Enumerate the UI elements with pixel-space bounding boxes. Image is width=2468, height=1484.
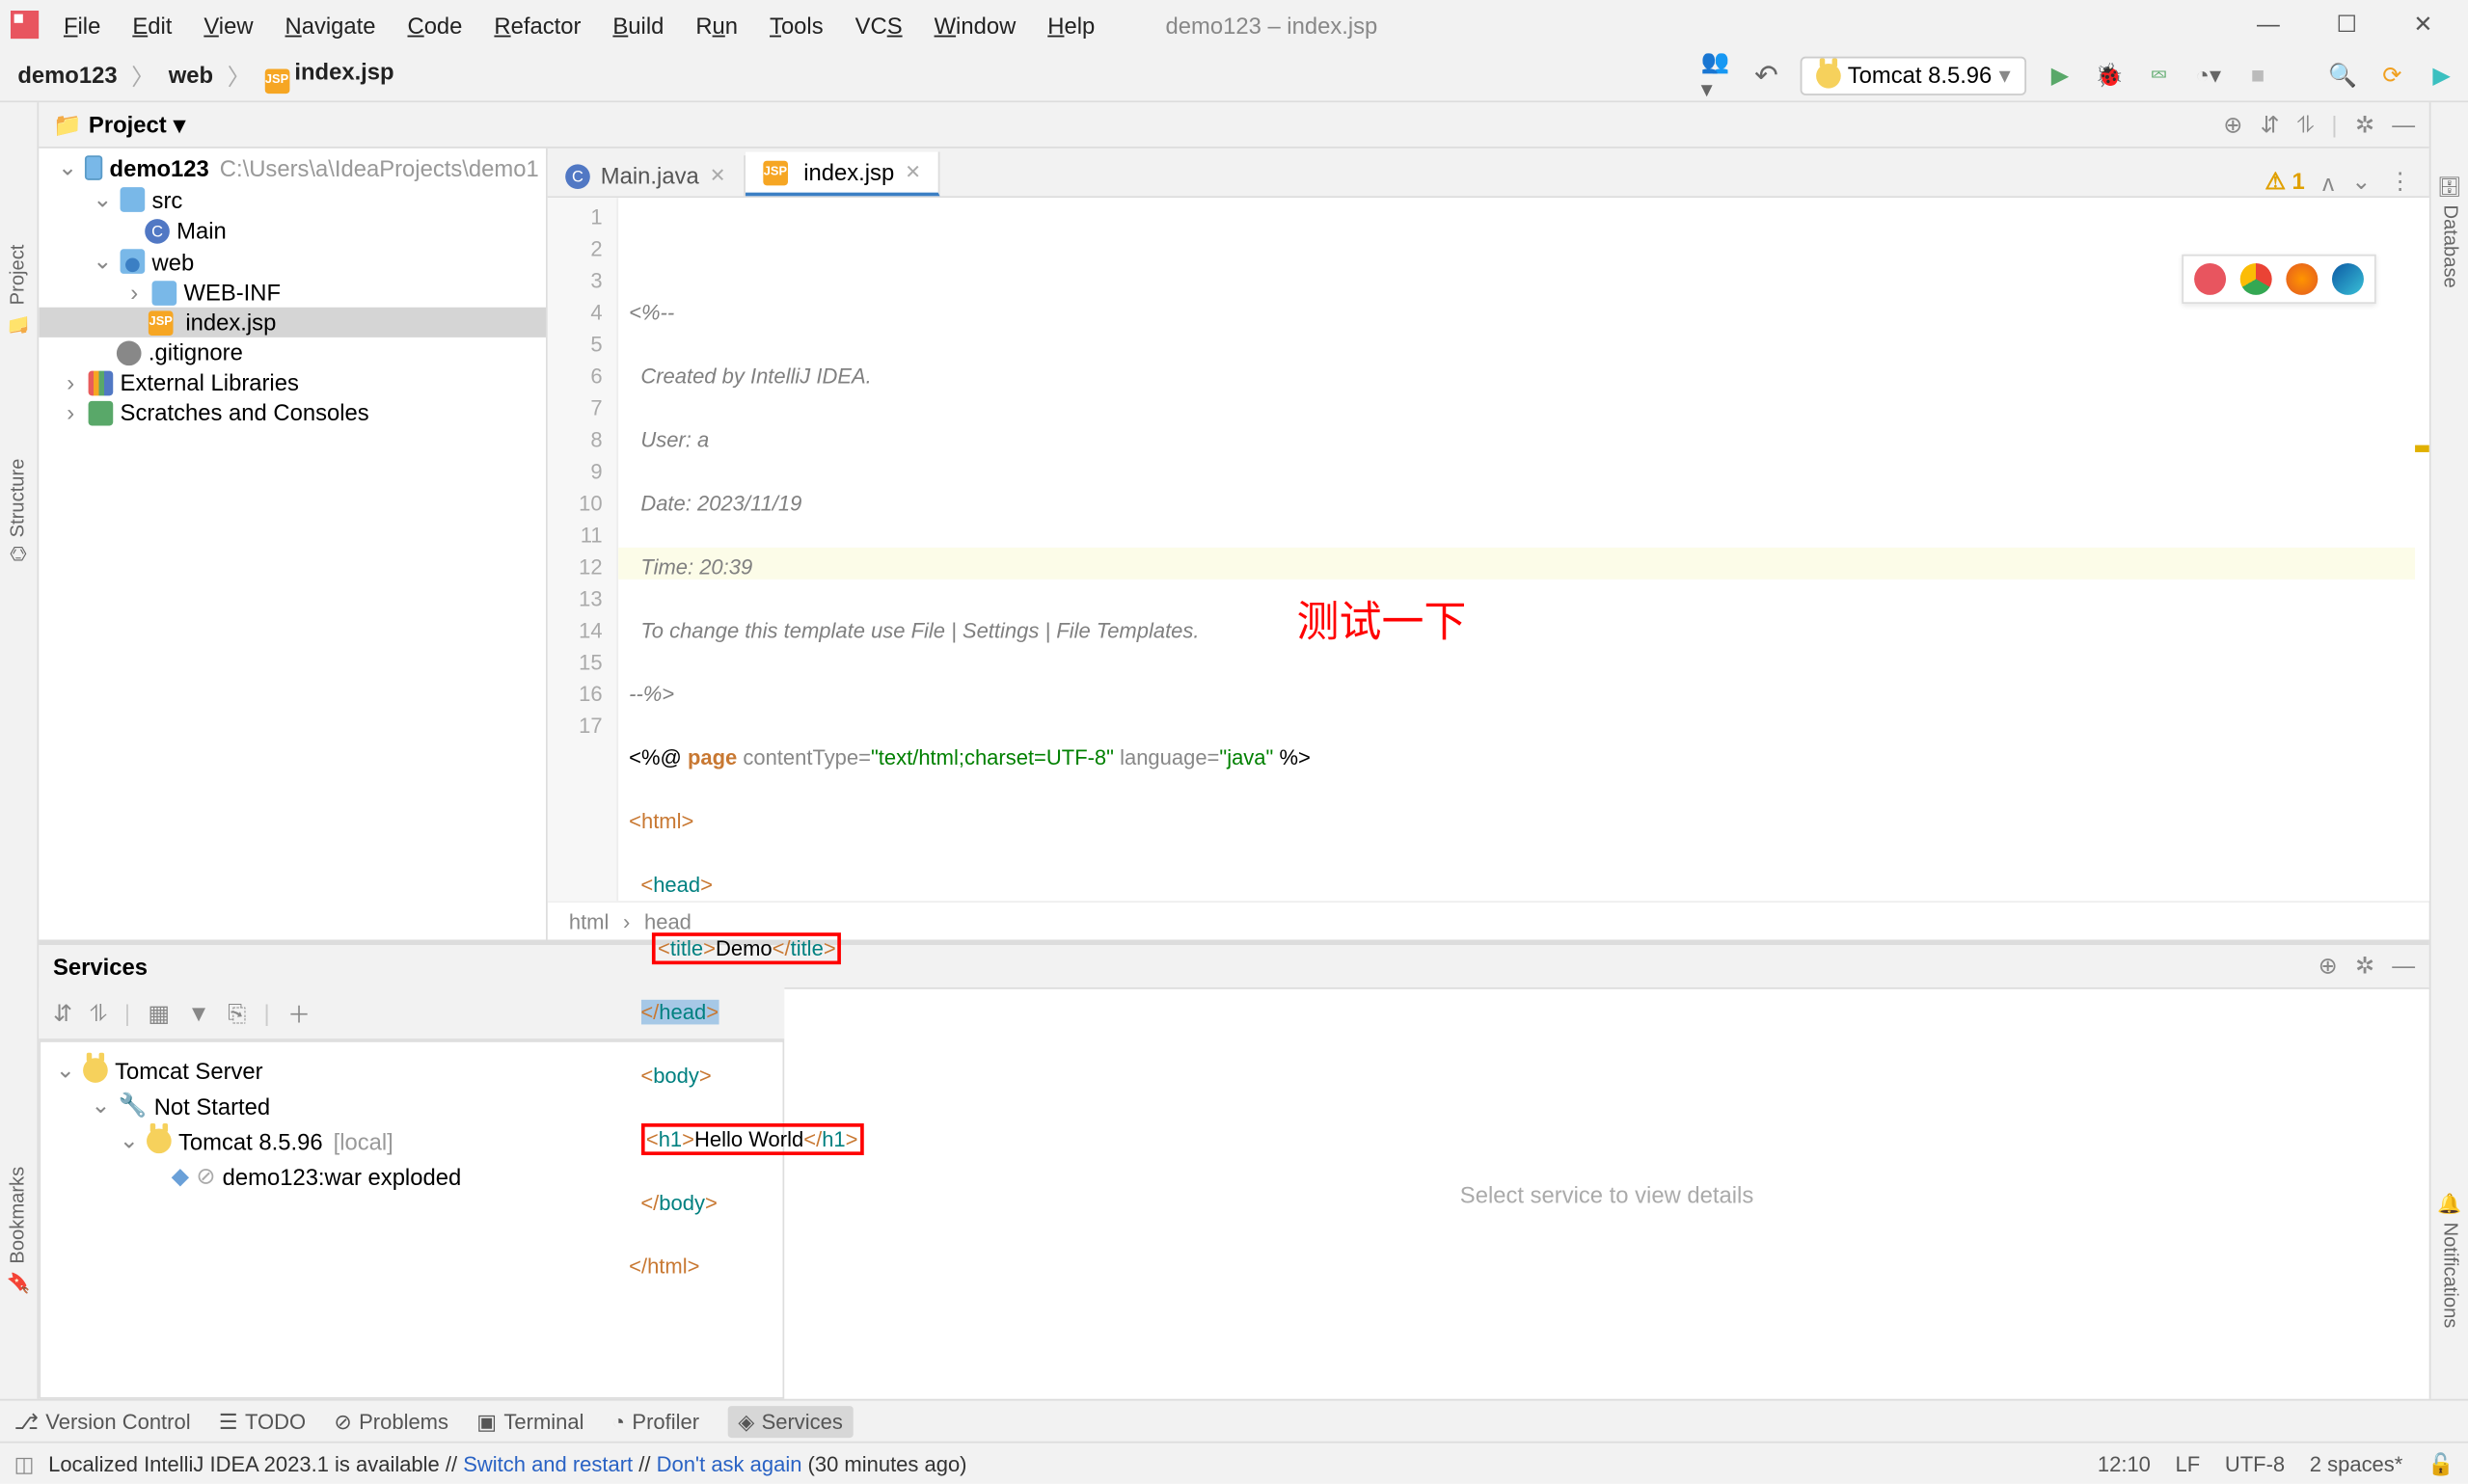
tool-database[interactable]: 🗄Database	[2438, 174, 2461, 288]
user-icon[interactable]: 👥▾	[1701, 59, 1733, 91]
close-tab-icon[interactable]: ✕	[905, 161, 921, 184]
status-tool-icon[interactable]: ◫	[14, 1451, 35, 1476]
tree-ext-libraries[interactable]: › External Libraries	[39, 367, 546, 397]
menu-tools[interactable]: Tools	[755, 8, 837, 41]
project-tree[interactable]: ⌄ demo123 C:\Users\a\IdeaProjects\demo1 …	[39, 148, 548, 940]
tree-main-class[interactable]: CMain	[39, 215, 546, 245]
tree-gitignore[interactable]: .gitignore	[39, 337, 546, 367]
filter-icon[interactable]: ▼	[187, 1000, 210, 1026]
breadcrumb-folder[interactable]: web	[161, 58, 220, 92]
close-tab-icon[interactable]: ✕	[710, 164, 726, 187]
layout-icon[interactable]: ⎘	[228, 999, 246, 1027]
crumb-html[interactable]: html	[569, 908, 610, 933]
breadcrumb-file[interactable]: JSPindex.jsp	[258, 54, 401, 96]
menu-run[interactable]: Run	[682, 8, 752, 41]
debug-button[interactable]: 🐞	[2094, 59, 2126, 91]
tool-bookmarks[interactable]: 🔖Bookmarks	[7, 1165, 30, 1293]
tool-notifications[interactable]: 🔔Notifications	[2438, 1192, 2461, 1329]
line-number-gutter: 1234567891011121314151617	[548, 198, 618, 901]
menu-navigate[interactable]: Navigate	[271, 8, 390, 41]
menu-edit[interactable]: Edit	[119, 8, 186, 41]
stop-button[interactable]: ■	[2242, 59, 2274, 91]
close-icon[interactable]: ✕	[2413, 11, 2432, 39]
add-service-icon[interactable]: ＋	[287, 996, 311, 1030]
tab-main-java[interactable]: CMain.java✕	[548, 155, 746, 196]
next-highlight-icon[interactable]: ⌄	[2351, 168, 2371, 196]
services-title: Services	[53, 953, 148, 979]
tree-root[interactable]: ⌄ demo123 C:\Users\a\IdeaProjects\demo1	[39, 152, 546, 184]
tomcat-icon	[1816, 63, 1841, 88]
tree-scratches[interactable]: › Scratches and Consoles	[39, 397, 546, 427]
tool-structure[interactable]: ⌬Structure	[7, 459, 30, 562]
settings-icon[interactable]: ✲	[2355, 110, 2374, 138]
minimize-icon[interactable]: —	[2257, 11, 2280, 39]
run-config-selector[interactable]: Tomcat 8.5.96 ▾	[1800, 56, 2026, 94]
expand-icon[interactable]: ⇵	[53, 999, 72, 1027]
tree-src[interactable]: ⌄ src	[39, 184, 546, 216]
profile-button[interactable]: ◔▾	[2192, 59, 2224, 91]
editor-more-icon[interactable]: ⋮	[2389, 168, 2412, 196]
code-content[interactable]: <%-- Created by IntelliJ IDEA. User: a D…	[618, 198, 2429, 901]
collapse-all-icon[interactable]: ⥮	[2297, 110, 2314, 138]
sync-icon[interactable]: ⟳	[2376, 59, 2408, 91]
tree-indexjsp[interactable]: JSPindex.jsp	[39, 308, 546, 337]
tool-project[interactable]: 📁Project	[7, 244, 30, 336]
window-title: demo123 – index.jsp	[1166, 12, 1378, 38]
menu-vcs[interactable]: VCS	[841, 8, 916, 41]
menu-bar: File Edit View Navigate Code Refactor Bu…	[0, 0, 2468, 49]
btool-version-control[interactable]: ⎇ Version Control	[14, 1409, 191, 1434]
breadcrumb: demo123 〉 web 〉 JSPindex.jsp	[11, 54, 401, 96]
project-panel-header: 📁 Project ▾ ⊕ ⇵ ⥮ | ✲ —	[39, 102, 2428, 148]
btool-todo[interactable]: ☰ TODO	[219, 1409, 306, 1434]
coverage-button[interactable]: ⮹	[2143, 59, 2175, 91]
editor-tabs: CMain.java✕ JSPindex.jsp✕ ⚠ 1 ʌ ⌄ ⋮	[548, 148, 2429, 198]
ide-services-icon[interactable]: ▶	[2426, 59, 2457, 91]
tab-index-jsp[interactable]: JSPindex.jsp✕	[746, 152, 940, 197]
toolbar-row: demo123 〉 web 〉 JSPindex.jsp 👥▾ ↶ Tomcat…	[0, 49, 2468, 102]
status-link-switch[interactable]: Switch and restart	[463, 1451, 633, 1476]
btool-terminal[interactable]: ▣ Terminal	[476, 1409, 583, 1434]
tree-web[interactable]: ⌄ web	[39, 246, 546, 278]
tree-webinf[interactable]: › WEB-INF	[39, 278, 546, 308]
right-tool-stripe: 🗄Database 🔔Notifications	[2429, 102, 2468, 1399]
menu-code[interactable]: Code	[393, 8, 476, 41]
select-opened-icon[interactable]: ⊕	[2223, 110, 2242, 138]
app-logo-icon	[11, 11, 39, 39]
btool-problems[interactable]: ⊘ Problems	[334, 1409, 448, 1434]
menu-build[interactable]: Build	[599, 8, 678, 41]
group-icon[interactable]: ▦	[148, 999, 170, 1027]
collapse-icon[interactable]: ⥮	[90, 999, 106, 1027]
left-tool-stripe: 📁Project ⌬Structure 🔖Bookmarks	[0, 102, 39, 1399]
back-icon[interactable]: ↶	[1750, 59, 1782, 91]
menu-file[interactable]: File	[49, 8, 115, 41]
warning-indicator[interactable]: ⚠ 1	[2265, 168, 2305, 196]
menu-view[interactable]: View	[190, 8, 268, 41]
status-readonly-icon[interactable]: 🔓	[2427, 1451, 2454, 1476]
hide-icon[interactable]: —	[2392, 110, 2415, 138]
search-icon[interactable]: 🔍	[2326, 59, 2358, 91]
menu-refactor[interactable]: Refactor	[480, 8, 595, 41]
maximize-icon[interactable]: ☐	[2336, 11, 2356, 39]
prev-highlight-icon[interactable]: ʌ	[2322, 169, 2334, 195]
run-button[interactable]: ▶	[2044, 59, 2075, 91]
menu-window[interactable]: Window	[920, 8, 1030, 41]
code-editor[interactable]: 1234567891011121314151617 <%-- Created b…	[548, 198, 2429, 901]
menu-help[interactable]: Help	[1034, 8, 1109, 41]
breadcrumb-project[interactable]: demo123	[11, 58, 124, 92]
expand-all-icon[interactable]: ⇵	[2261, 110, 2280, 138]
project-panel-title[interactable]: 📁 Project ▾	[53, 110, 185, 138]
